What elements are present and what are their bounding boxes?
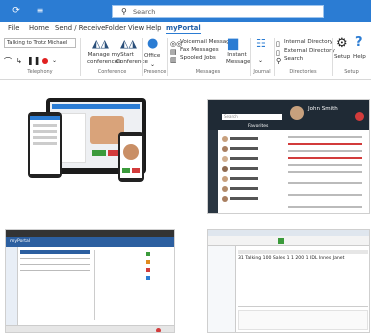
spooled-jobs-icon: ▥ [170,56,177,64]
favorites-heading: Favorites [248,124,269,129]
chevron-down-icon[interactable]: ⌄ [258,55,263,67]
menu-file[interactable]: File [8,24,19,32]
record-icon[interactable] [156,328,161,332]
group-setup: Setup [344,69,359,75]
separator [80,38,81,76]
internal-directory-button[interactable]: Internal Directory [284,39,333,46]
sync-icon[interactable]: ⟳ [10,5,22,17]
help-icon[interactable]: ? [355,36,363,49]
spooled-jobs-button[interactable]: Spooled Jobs [180,55,216,62]
pause-icon[interactable]: ❚❚ [27,55,40,67]
menu-folder[interactable]: Folder [105,24,126,32]
answer-button [92,150,106,156]
search-icon: ⚲ [276,57,282,65]
help-button[interactable]: Help [353,54,366,61]
hangup-icon[interactable] [355,112,364,121]
devices-illustration [0,90,185,215]
external-directory-button[interactable]: External Directory [284,48,335,55]
group-presence: Presence [143,69,167,75]
instant-message-button[interactable]: Instant Message [226,52,251,66]
conference-start-icon[interactable]: ◭◮ [120,38,137,50]
start-conference-button[interactable]: Start Conference [116,52,148,66]
group-conference: Conference [97,69,127,75]
menu-view[interactable]: View [128,24,144,32]
fax-button[interactable]: Fax Messages [180,47,219,54]
instant-message-icon[interactable]: ▆ [228,37,238,50]
contact-list [220,134,280,212]
app-search[interactable]: Search [222,114,282,120]
menu-myportal[interactable]: myPortal [166,24,201,34]
myportal-app-thumb: John Smith Search Favorites [207,99,370,214]
group-telephony: Telephony [27,69,53,75]
group-journal: Journal [253,69,271,75]
title-bar: ⟳ ≡ ⚲ Search [0,0,371,22]
outlook-ribbon: ⟳ ≡ ⚲ Search File Home Send / Receive Fo… [0,0,371,80]
call-log [288,134,368,212]
search-icon: ⚲ [121,7,127,16]
user-name: John Smith [308,106,338,112]
menu-bar: File Home Send / Receive Folder View Hel… [0,22,371,35]
active-call-row[interactable]: 31 Talking 100 Sales 1 1 200 1 IDL Innes… [238,256,344,261]
menu-help[interactable]: Help [146,24,162,32]
conference-manage-icon[interactable]: ◭◮ [92,38,109,50]
journal-icon[interactable]: ☷ [256,38,266,50]
transfer-icon[interactable]: ↳ [16,55,22,67]
menu-send-receive[interactable]: Send / Receive [55,24,105,32]
classic-toolbar [6,325,174,332]
hangup-icon[interactable]: ⌒ [4,56,12,68]
phone [118,132,144,182]
classic-header: myPortal [6,237,174,247]
avatar [290,106,304,120]
menu-home[interactable]: Home [29,24,49,32]
console-toolbar [208,236,369,246]
record-icon[interactable] [42,58,48,64]
attendant-console-thumb: 31 Talking 100 Sales 1 1 200 1 IDL Innes… [207,229,370,333]
classic-title: myPortal [10,239,30,244]
search-box[interactable]: ⚲ Search [112,5,324,18]
directory-search-button[interactable]: Search [284,56,303,63]
quick-access-icon[interactable]: ≡ [34,5,46,17]
telephony-field[interactable]: Talking to Trotz Michael [4,38,76,48]
more-icon[interactable]: ⌄ [52,55,57,67]
myportal-classic-thumb: myPortal [5,229,175,333]
app-sidebar [208,130,218,213]
gear-icon[interactable]: ⚙ [336,37,348,50]
group-directories: Directories [289,69,317,75]
group-messages: Messages [195,69,221,75]
setup-button[interactable]: Setup [334,54,350,61]
console-sidebar [208,246,236,332]
tablet [28,112,62,178]
presence-icon[interactable]: ● [147,37,158,50]
search-placeholder: Search [133,8,156,16]
